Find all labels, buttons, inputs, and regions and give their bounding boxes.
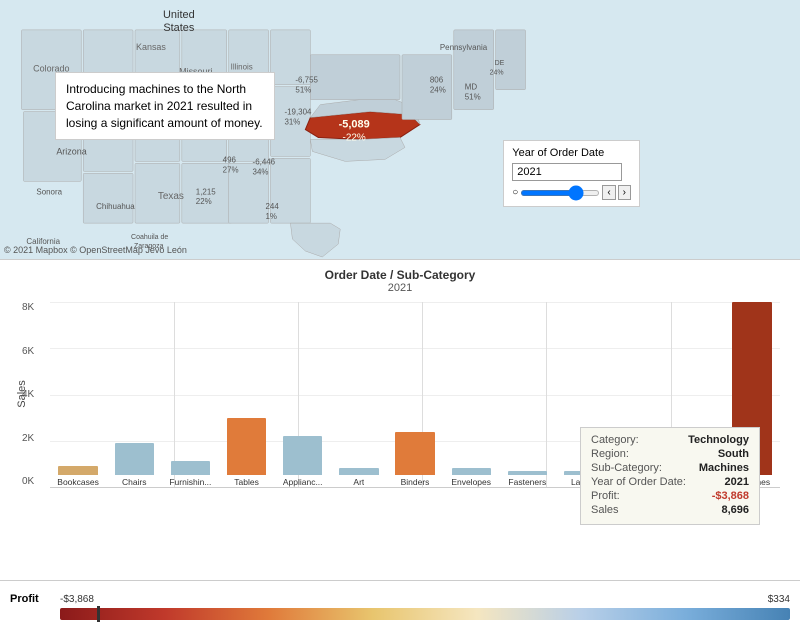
svg-text:-22%: -22% xyxy=(343,132,366,143)
bar-label-5: Art xyxy=(353,477,364,487)
bar-group-2[interactable]: Furnishin... xyxy=(162,302,218,487)
svg-text:-5,089: -5,089 xyxy=(339,119,370,131)
svg-text:806: 806 xyxy=(430,76,444,85)
tooltip-region-value: South xyxy=(718,448,749,460)
year-filter[interactable]: Year of Order Date ○ ‹ › xyxy=(503,140,640,207)
bar-label-6: Binders xyxy=(401,477,430,487)
tooltip-profit-value: -$3,868 xyxy=(712,490,749,502)
tooltip-year-value: 2021 xyxy=(725,476,749,488)
bar-label-7: Envelopes xyxy=(451,477,491,487)
profit-bar-container: -$3,868 $334 xyxy=(60,594,790,605)
bar-label-8: Fasteners xyxy=(508,477,546,487)
year-filter-input[interactable] xyxy=(512,163,622,181)
next-year-button[interactable]: › xyxy=(618,185,631,200)
svg-text:Chihuahua: Chihuahua xyxy=(96,202,135,211)
tooltip-region-row: Region: South xyxy=(591,448,749,460)
bar-5[interactable] xyxy=(339,468,378,475)
svg-text:22%: 22% xyxy=(196,197,212,206)
profit-gradient-bar xyxy=(60,608,790,620)
tooltip-sales-value: 8,696 xyxy=(721,504,749,516)
svg-text:States: States xyxy=(163,22,195,34)
svg-text:-6,446: -6,446 xyxy=(253,157,276,166)
circle-icon: ○ xyxy=(512,187,518,198)
svg-text:51%: 51% xyxy=(295,86,311,95)
chart-subtitle: 2021 xyxy=(0,282,800,294)
tooltip-subcategory-row: Sub-Category: Machines xyxy=(591,462,749,474)
map-copyright: © 2021 Mapbox © OpenStreetMap Jevo León xyxy=(4,245,187,255)
tooltip-year-row: Year of Order Date: 2021 xyxy=(591,476,749,488)
profit-min: -$3,868 xyxy=(60,594,94,605)
bar-group-3[interactable]: Tables xyxy=(218,302,274,487)
bar-1[interactable] xyxy=(115,443,154,475)
map-section: -5,089 -22% Colorado Kansas Missouri Tex… xyxy=(0,0,800,260)
year-filter-label: Year of Order Date xyxy=(512,147,631,159)
svg-text:Arizona: Arizona xyxy=(56,146,86,156)
chart-section: Order Date / Sub-Category 2021 Sales 8K … xyxy=(0,260,800,580)
tooltip-profit-row: Profit: -$3,868 xyxy=(591,490,749,502)
tooltip-region-label: Region: xyxy=(591,448,629,460)
svg-text:MD: MD xyxy=(465,83,478,92)
svg-text:-6,755: -6,755 xyxy=(295,76,318,85)
profit-marker xyxy=(97,606,100,622)
map-tooltip: Introducing machines to the North Caroli… xyxy=(55,72,275,140)
profit-section: Profit -$3,868 $334 xyxy=(0,580,800,617)
bar-7[interactable] xyxy=(452,468,491,475)
bar-group-1[interactable]: Chairs xyxy=(106,302,162,487)
year-slider[interactable] xyxy=(520,190,600,196)
bar-group-7[interactable]: Envelopes xyxy=(443,302,499,487)
year-filter-controls: ○ ‹ › xyxy=(512,185,631,200)
bar-group-5[interactable]: Art xyxy=(331,302,387,487)
tooltip-year-label: Year of Order Date: xyxy=(591,476,686,488)
tooltip-subcategory-label: Sub-Category: xyxy=(591,462,662,474)
profit-max: $334 xyxy=(768,594,790,605)
svg-text:496: 496 xyxy=(223,155,237,164)
svg-text:United: United xyxy=(163,9,195,21)
tooltip-category-label: Category: xyxy=(591,434,639,446)
svg-text:Illinois: Illinois xyxy=(231,63,253,72)
bar-0[interactable] xyxy=(58,466,97,475)
profit-label: Profit xyxy=(10,593,60,605)
map-tooltip-text: Introducing machines to the North Caroli… xyxy=(66,82,263,130)
tooltip-category-value: Technology xyxy=(688,434,749,446)
svg-text:51%: 51% xyxy=(465,93,481,102)
bar-label-1: Chairs xyxy=(122,477,147,487)
chart-tooltip: Category: Technology Region: South Sub-C… xyxy=(580,427,760,525)
bar-group-6[interactable]: Binders xyxy=(387,302,443,487)
y-axis: 8K 6K 4K 2K 0K xyxy=(22,302,34,487)
svg-text:24%: 24% xyxy=(490,70,504,77)
svg-text:Sonora: Sonora xyxy=(36,187,62,196)
bar-4[interactable] xyxy=(283,436,322,475)
svg-text:31%: 31% xyxy=(284,118,300,127)
svg-text:DE: DE xyxy=(495,60,505,67)
svg-text:1,215: 1,215 xyxy=(196,187,216,196)
chart-title: Order Date / Sub-Category xyxy=(0,268,800,282)
tooltip-category-row: Category: Technology xyxy=(591,434,749,446)
svg-text:27%: 27% xyxy=(223,165,239,174)
bar-8[interactable] xyxy=(508,471,547,475)
svg-text:1%: 1% xyxy=(266,212,278,221)
tooltip-sales-label: Sales xyxy=(591,504,619,516)
svg-text:24%: 24% xyxy=(430,86,446,95)
svg-text:Kansas: Kansas xyxy=(136,42,166,52)
svg-text:34%: 34% xyxy=(253,167,269,176)
bar-group-8[interactable]: Fasteners xyxy=(499,302,555,487)
bar-label-4: Applianc... xyxy=(283,477,323,487)
bar-2[interactable] xyxy=(171,461,210,475)
tooltip-subcategory-value: Machines xyxy=(699,462,749,474)
bar-group-0[interactable]: Bookcases xyxy=(50,302,106,487)
svg-text:244: 244 xyxy=(266,202,280,211)
svg-text:Pennsylvania: Pennsylvania xyxy=(440,43,488,52)
svg-text:Coahuila de: Coahuila de xyxy=(131,234,168,241)
bar-label-0: Bookcases xyxy=(57,477,99,487)
bar-6[interactable] xyxy=(395,432,434,475)
tooltip-profit-label: Profit: xyxy=(591,490,620,502)
svg-text:Texas: Texas xyxy=(158,191,184,202)
tooltip-sales-row: Sales 8,696 xyxy=(591,504,749,516)
bar-group-4[interactable]: Applianc... xyxy=(275,302,331,487)
bar-3[interactable] xyxy=(227,418,266,475)
bar-label-3: Tables xyxy=(234,477,259,487)
bar-label-2: Furnishin... xyxy=(169,477,211,487)
prev-year-button[interactable]: ‹ xyxy=(602,185,615,200)
svg-text:-19,304: -19,304 xyxy=(284,108,312,117)
